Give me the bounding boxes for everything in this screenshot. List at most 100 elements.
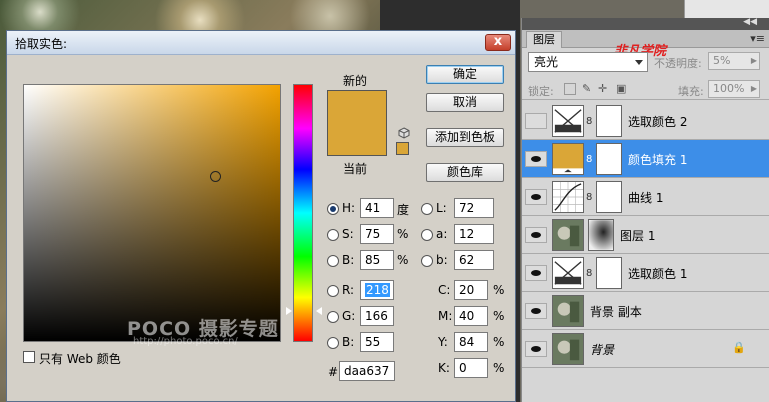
panel-tabs: 图层 非凡学院 ▾≡ xyxy=(522,30,769,59)
hue-radio[interactable] xyxy=(327,203,339,215)
black-input[interactable]: 0 xyxy=(454,358,488,378)
photo-thumb xyxy=(552,333,584,365)
visibility-toggle[interactable] xyxy=(525,113,547,129)
panel-menu-icon[interactable]: ▾≡ xyxy=(750,32,765,45)
ok-button[interactable]: 确定 xyxy=(426,65,504,84)
watermark-url: http://photo.poco.cn/ xyxy=(133,336,238,347)
hue-slider[interactable] xyxy=(293,84,313,342)
lock-move-icon[interactable]: ✛ xyxy=(598,82,607,95)
visibility-toggle[interactable] xyxy=(525,341,547,357)
saturation-brightness-field[interactable] xyxy=(23,84,281,342)
web-safe-swatch[interactable] xyxy=(396,142,409,155)
new-current-swatch xyxy=(327,90,387,156)
a-channel-input[interactable]: 12 xyxy=(454,224,494,244)
green-radio[interactable] xyxy=(327,311,339,323)
red-radio[interactable] xyxy=(327,285,339,297)
layer-name: 选取颜色 2 xyxy=(628,115,688,129)
chevron-down-icon: ▶ xyxy=(750,56,757,65)
yellow-input[interactable]: 84 xyxy=(454,332,488,352)
collapse-icon[interactable]: ◀◀ xyxy=(743,17,757,27)
layer-name: 背景 副本 xyxy=(590,305,642,319)
hue-slider-handle-left[interactable] xyxy=(286,307,292,315)
lightness-radio[interactable] xyxy=(421,203,433,215)
b-channel-radio[interactable] xyxy=(421,255,433,267)
web-colors-only-label: 只有 Web 颜色 xyxy=(39,352,121,366)
color-libraries-button[interactable]: 颜色库 xyxy=(426,163,504,182)
link-icon[interactable]: 8 xyxy=(586,192,592,203)
brightness-label: B: xyxy=(342,253,355,267)
hue-input[interactable]: 41 xyxy=(360,198,394,218)
close-button[interactable]: x xyxy=(485,34,511,51)
lock-brush-icon[interactable]: ✎ xyxy=(582,82,591,95)
red-value: 218 xyxy=(365,283,390,297)
blue-label: B: xyxy=(342,335,355,349)
red-label: R: xyxy=(342,283,355,297)
layer-row[interactable]: 图层 1 xyxy=(522,216,769,254)
a-channel-radio[interactable] xyxy=(421,229,433,241)
saturation-input[interactable]: 75 xyxy=(360,224,394,244)
layer-row[interactable]: 8 颜色填充 1 xyxy=(522,140,769,178)
fill-label: 填充: xyxy=(678,85,704,98)
color-cursor[interactable] xyxy=(210,171,221,182)
layer-name: 曲线 1 xyxy=(628,191,664,205)
add-to-swatches-button[interactable]: 添加到色板 xyxy=(426,128,504,147)
lock-all-icon[interactable]: ▣ xyxy=(616,82,626,95)
black-unit: % xyxy=(493,361,505,375)
visibility-toggle[interactable] xyxy=(525,265,547,281)
layer-row[interactable]: 8 选取颜色 1 xyxy=(522,254,769,292)
layer-name: 颜色填充 1 xyxy=(628,153,688,167)
mask-thumb[interactable] xyxy=(588,219,614,251)
blue-input[interactable]: 55 xyxy=(360,332,394,352)
hex-input[interactable]: daa637 xyxy=(339,361,395,381)
blend-mode-select[interactable]: 亮光 xyxy=(528,52,648,72)
hue-slider-handle-right[interactable] xyxy=(316,307,322,315)
new-label: 新的 xyxy=(343,74,368,88)
red-input[interactable]: 218 xyxy=(360,280,394,300)
cancel-button[interactable]: 取消 xyxy=(426,93,504,112)
b-channel-input[interactable]: 62 xyxy=(454,250,494,270)
visibility-toggle[interactable] xyxy=(525,189,547,205)
hex-hash-label: # xyxy=(328,365,339,379)
a-channel-label: a: xyxy=(436,227,448,241)
color-picker-dialog: 拾取实色: x POCO 摄影专题 http://photo.poco.cn/ … xyxy=(6,30,516,402)
out-of-web-cube-icon[interactable] xyxy=(398,127,410,139)
chevron-down-icon xyxy=(635,60,643,65)
saturation-radio[interactable] xyxy=(327,229,339,241)
tab-layers[interactable]: 图层 xyxy=(526,31,562,48)
fill-value: 100% xyxy=(713,82,745,95)
lightness-label: L: xyxy=(436,201,447,215)
link-icon[interactable]: 8 xyxy=(586,154,592,165)
visibility-toggle[interactable] xyxy=(525,151,547,167)
link-icon[interactable]: 8 xyxy=(586,268,592,279)
cyan-label: C: xyxy=(438,283,451,297)
brightness-unit: % xyxy=(397,253,409,267)
brightness-input[interactable]: 85 xyxy=(360,250,394,270)
link-icon[interactable]: 8 xyxy=(586,116,592,127)
curves-icon xyxy=(552,181,584,213)
lightness-input[interactable]: 72 xyxy=(454,198,494,218)
visibility-toggle[interactable] xyxy=(525,303,547,319)
brightness-radio[interactable] xyxy=(327,255,339,267)
green-input[interactable]: 166 xyxy=(360,306,394,326)
layer-mask-thumb[interactable] xyxy=(596,181,622,213)
layer-name: 选取颜色 1 xyxy=(628,267,688,281)
lock-row: 锁定: ✎ ✛ ▣ 填充: 100% ▶ xyxy=(522,78,769,100)
web-colors-only-checkbox[interactable] xyxy=(23,351,35,363)
layer-mask-thumb[interactable] xyxy=(596,143,622,175)
opacity-value: 5% xyxy=(713,54,731,67)
opacity-input[interactable]: 5% ▶ xyxy=(708,52,760,70)
lock-transparency-icon[interactable] xyxy=(564,83,576,95)
layer-row[interactable]: 背景 副本 xyxy=(522,292,769,330)
layer-mask-thumb[interactable] xyxy=(596,257,622,289)
fill-input[interactable]: 100% ▶ xyxy=(708,80,760,98)
blue-radio[interactable] xyxy=(327,337,339,349)
layer-row[interactable]: 背景 🔒 xyxy=(522,330,769,368)
layer-row[interactable]: 8 选取颜色 2 xyxy=(522,102,769,140)
cyan-input[interactable]: 20 xyxy=(454,280,488,300)
magenta-input[interactable]: 40 xyxy=(454,306,488,326)
hue-label: H: xyxy=(342,201,356,215)
visibility-toggle[interactable] xyxy=(525,227,547,243)
layer-row[interactable]: 8 曲线 1 xyxy=(522,178,769,216)
layer-mask-thumb[interactable] xyxy=(596,105,622,137)
magenta-label: M: xyxy=(438,309,453,323)
